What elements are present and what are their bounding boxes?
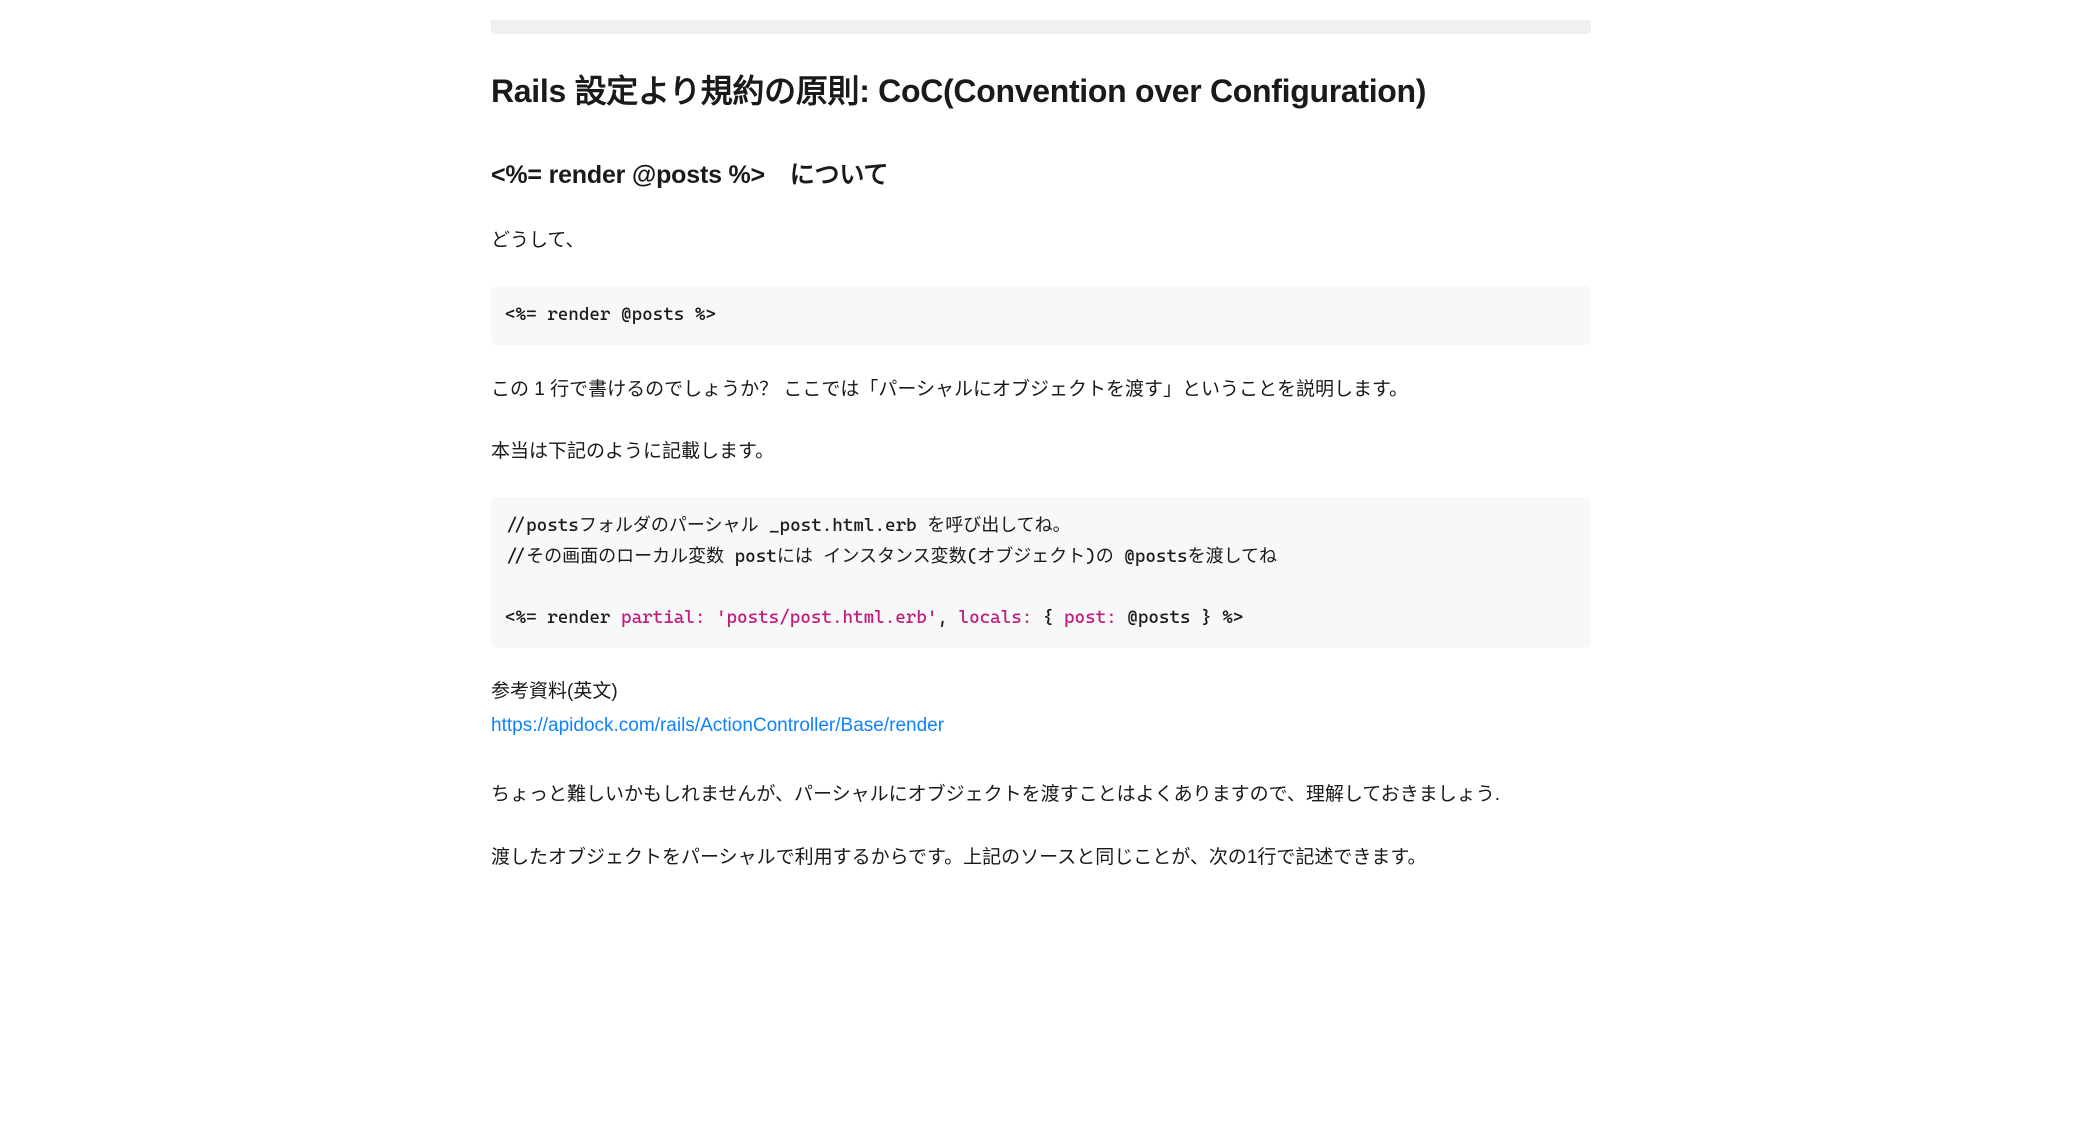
code-brace-open: {: [1032, 607, 1064, 628]
code-text: <%= render @posts %>: [505, 304, 716, 325]
paragraph-explain1: この 1 行で書けるのでしょうか？ ここでは「パーシャルにオブジェクトを渡す」と…: [491, 373, 1591, 407]
code-render-pre: <%= render: [505, 607, 621, 628]
code-kw-post: post:: [1064, 607, 1117, 628]
reference-label: 参考資料(英文): [491, 676, 1591, 708]
top-bar-decoration: [491, 20, 1591, 34]
code-comment-2: //その画面のローカル変数 postには インスタンス変数(オブジェクト)の @…: [505, 546, 1277, 567]
heading-main: Rails 設定より規約の原則: CoC(Convention over Con…: [491, 69, 1591, 114]
code-kw-locals: locals:: [959, 607, 1033, 628]
paragraph-note: ちょっと難しいかもしれませんが、パーシャルにオブジェクトを渡すことはよくあります…: [491, 778, 1591, 812]
heading-sub: <%= render @posts %> について: [491, 154, 1591, 197]
code-comment-1: //postsフォルダのパーシャル _post.html.erb を呼び出してね…: [505, 515, 1071, 536]
code-block-short: <%= render @posts %>: [491, 286, 1591, 345]
reference-link[interactable]: https://apidock.com/rails/ActionControll…: [491, 715, 944, 736]
code-string-path: 'posts/post.html.erb': [705, 607, 937, 628]
paragraph-summary: 渡したオブジェクトをパーシャルで利用するからです。上記のソースと同じことが、次の…: [491, 841, 1591, 875]
code-render-end: @posts } %>: [1117, 607, 1244, 628]
reference-block: 参考資料(英文) https://apidock.com/rails/Actio…: [491, 676, 1591, 743]
article-container: Rails 設定より規約の原則: CoC(Convention over Con…: [381, 0, 1701, 943]
code-block-full: //postsフォルダのパーシャル _post.html.erb を呼び出してね…: [491, 497, 1591, 647]
paragraph-intro: どうして、: [491, 224, 1591, 258]
paragraph-explain2: 本当は下記のように記載します。: [491, 435, 1591, 469]
code-kw-partial: partial:: [621, 607, 705, 628]
code-comma: ,: [937, 607, 958, 628]
